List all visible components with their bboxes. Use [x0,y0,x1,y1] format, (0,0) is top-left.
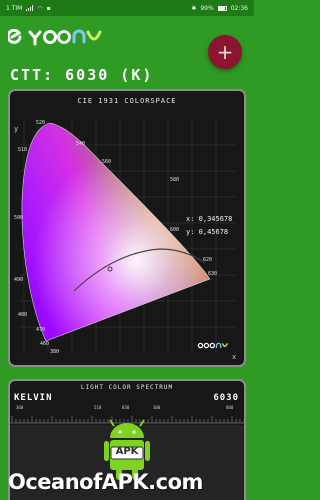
tick-label: 830 [122,405,130,410]
axis-y-label: y [14,125,18,133]
tick-label: 510 [94,405,102,410]
kelvin-value: 6030 [213,393,239,403]
battery-percent: 99% [200,4,214,12]
watermark-text: OceanofAPK.com [8,470,203,494]
wl-label: 470 [36,327,45,333]
card-logo [197,342,228,349]
wl-label: 500 [14,215,23,221]
battery-icon [217,5,227,11]
cie-colorspace-card: CIE 1931 COLORSPACE y x 520 510 540 500 … [8,89,246,367]
cie-gamut [21,123,210,341]
y-readout: y: 0,45678 [186,228,229,236]
x-readout: x: 0,345678 [186,215,233,223]
tick-label: 800 [226,405,234,410]
wl-label: 510 [18,147,27,153]
add-button[interactable]: + [208,35,242,69]
notification-icon: ▪ [46,4,51,12]
wl-label: 600 [170,227,179,233]
wl-label: 520 [36,120,45,126]
bluetooth-icon: ✱ [191,4,197,12]
spectrum-title: LIGHT COLOR SPECTRUM [80,384,174,391]
clock: 02:36 [230,4,248,12]
wl-label: 580 [170,177,179,183]
carrier-label: 1 TIM [6,4,23,12]
wl-label: 490 [14,277,23,283]
apk-badge: APK [116,446,140,457]
app-logo [8,28,102,46]
wl-label: 620 [203,257,212,263]
signal-icon [26,5,34,11]
kelvin-label: KELVIN [14,393,53,403]
wifi-icon: ◠ [37,4,43,12]
status-bar: 1 TIM ◠ ▪ ✱ 99% 02:36 [0,0,254,16]
wl-label: 630 [208,271,217,277]
wl-label: 540 [76,141,85,147]
tick-label: 300 [153,405,161,410]
ctt-readout: CTT: 6030 (K) [10,66,154,84]
axis-x-label: x [232,353,236,361]
wl-label: 480 [18,312,27,318]
tick-label: 360 [16,405,24,410]
wl-label: 560 [102,159,111,165]
wl-label: 460 [40,341,49,347]
wl-label: 380 [50,349,59,355]
